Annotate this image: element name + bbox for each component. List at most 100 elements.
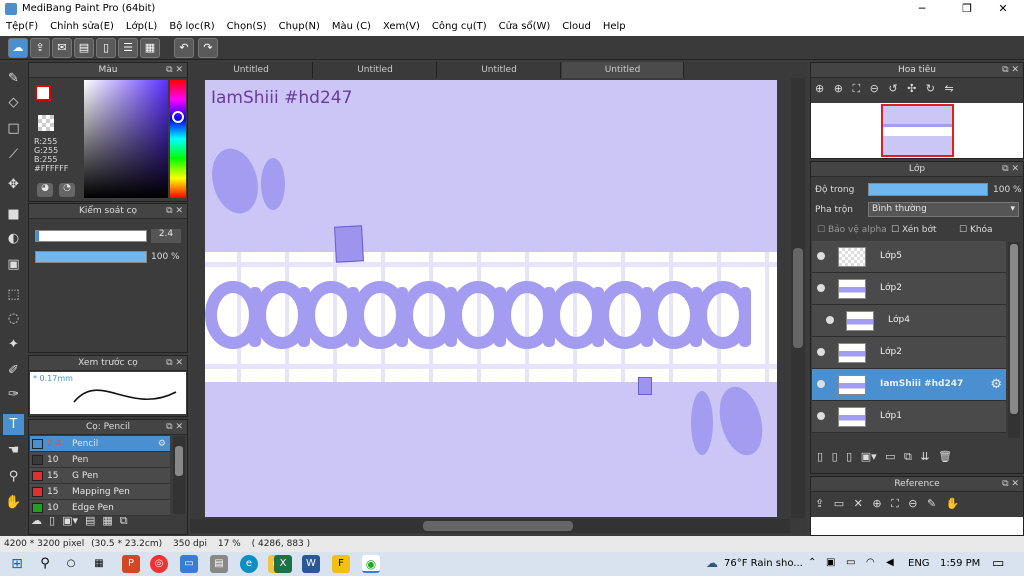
panel-close-icon[interactable]: ⧉ ✕: [1002, 162, 1019, 176]
eraser-tool-icon[interactable]: ◇: [3, 92, 24, 113]
menu-select[interactable]: Chọn(S): [221, 18, 273, 36]
panel-close-icon[interactable]: ⧉ ✕: [1002, 63, 1019, 77]
foreground-swatch[interactable]: [35, 85, 51, 101]
layer-row[interactable]: Lớp1: [812, 401, 1006, 433]
brush-row[interactable]: 15 G Pen: [30, 468, 170, 484]
layer-gear-icon[interactable]: ⚙: [990, 377, 1002, 392]
rect-tool-icon[interactable]: □: [3, 118, 24, 139]
panel-close-icon[interactable]: ⧉ ✕: [166, 420, 183, 434]
drawing-canvas[interactable]: IamShiii #hd247: [205, 80, 777, 517]
ref-hand-icon[interactable]: ✋: [946, 497, 960, 510]
flip-icon[interactable]: ⇋: [945, 82, 954, 95]
operation-tool-icon[interactable]: ☚: [3, 440, 24, 461]
protect-alpha-checkbox[interactable]: ☐ Bảo vệ alpha: [817, 225, 887, 235]
rotate-right-icon[interactable]: ↻: [926, 82, 935, 95]
palette2-icon[interactable]: ◔: [59, 183, 75, 197]
visibility-eye-icon[interactable]: [817, 348, 825, 356]
windows-start-icon[interactable]: ⊞: [8, 555, 26, 573]
monitor-icon[interactable]: ▭: [180, 555, 198, 573]
cloud-icon[interactable]: ☁: [8, 38, 28, 58]
visibility-eye-icon[interactable]: [817, 252, 825, 260]
brush-row[interactable]: 2.4 Pencil ⚙: [30, 436, 170, 452]
visibility-eye-icon[interactable]: [826, 316, 834, 324]
comment-icon[interactable]: ✉: [52, 38, 72, 58]
magic-wand-icon[interactable]: ✦: [3, 334, 24, 355]
bucket-tool-icon[interactable]: ◐: [3, 228, 24, 249]
upload-icon[interactable]: ⇪: [30, 38, 50, 58]
layer-scroll-thumb[interactable]: [1010, 244, 1018, 414]
horizontal-scrollbar[interactable]: [190, 519, 790, 533]
vertical-scrollbar[interactable]: [791, 78, 805, 518]
visibility-eye-icon[interactable]: [817, 380, 825, 388]
menu-filter[interactable]: Bộ lọc(R): [163, 18, 220, 36]
brush-row[interactable]: 10 Pen: [30, 452, 170, 468]
zoom-in-icon[interactable]: ⊕: [815, 82, 824, 95]
network-icon[interactable]: ▭: [846, 557, 855, 568]
navigator-thumbnail[interactable]: [881, 104, 954, 157]
ref-fit-icon[interactable]: ⛶: [891, 497, 899, 510]
brush-opacity-slider[interactable]: [35, 251, 147, 263]
layer-opacity-slider[interactable]: [868, 183, 988, 196]
duplicate-layer-icon[interactable]: ⧉: [904, 450, 912, 463]
close-button[interactable]: ✕: [988, 0, 1018, 18]
chrome-icon[interactable]: ◉: [362, 555, 380, 573]
hue-handle[interactable]: [172, 111, 184, 123]
hue-slider[interactable]: [170, 80, 186, 198]
lasso-tool-icon[interactable]: ◌: [3, 308, 24, 329]
brush-scroll-thumb[interactable]: [175, 446, 183, 476]
brush-row[interactable]: 10 Edge Pen: [30, 500, 170, 516]
brush-size-slider[interactable]: [35, 230, 147, 242]
clock[interactable]: 1:59 PM: [940, 558, 980, 569]
wifi-icon[interactable]: ◠: [866, 557, 875, 568]
doc-tab-4[interactable]: Untitled: [562, 62, 684, 78]
undo-icon[interactable]: ↶: [174, 38, 194, 58]
language-indicator[interactable]: ENG: [908, 558, 930, 569]
gradient-tool-icon[interactable]: ▣: [3, 254, 24, 275]
select-pen-icon[interactable]: ✐: [3, 360, 24, 381]
visibility-eye-icon[interactable]: [817, 412, 825, 420]
brush-size-value[interactable]: 2.4: [151, 229, 181, 243]
grid-icon[interactable]: ▦: [140, 38, 160, 58]
delete-layer-icon[interactable]: 🗑: [938, 450, 952, 463]
menu-file[interactable]: Tệp(F): [0, 18, 44, 36]
move-tool-icon[interactable]: ✥: [3, 174, 24, 195]
brush-scrollbar[interactable]: [173, 436, 185, 514]
layer-row[interactable]: Lớp2: [812, 337, 1006, 369]
merge-layer-icon[interactable]: ⇊: [920, 450, 929, 463]
eyedropper-tool-icon[interactable]: ⚲: [3, 466, 24, 487]
actual-size-icon[interactable]: ✣: [907, 82, 916, 95]
weather-icon[interactable]: ☁: [706, 556, 718, 570]
palette-icon[interactable]: ◕: [37, 183, 53, 197]
zoom-in2-icon[interactable]: ⊕: [834, 82, 843, 95]
menu-help[interactable]: Help: [597, 18, 632, 36]
task-switch-icon[interactable]: ▦: [90, 555, 108, 573]
page-icon[interactable]: ▯: [96, 38, 116, 58]
clip-checkbox[interactable]: ☐ Xén bớt: [891, 225, 937, 235]
visibility-eye-icon[interactable]: [817, 284, 825, 292]
select-eraser-icon[interactable]: ✑: [3, 384, 24, 405]
volume-icon[interactable]: ◀: [886, 557, 894, 568]
tray-app-icon[interactable]: ▣: [826, 557, 835, 568]
layer-row[interactable]: Lớp5: [812, 241, 1006, 273]
powerpoint-icon[interactable]: P: [122, 555, 140, 573]
blend-select[interactable]: Bình thường ▾: [868, 202, 1019, 217]
ref-zoom-out-icon[interactable]: ⊖: [908, 497, 917, 510]
redo-icon[interactable]: ↷: [198, 38, 218, 58]
transparent-swatch[interactable]: [38, 115, 54, 131]
new-layer-icon[interactable]: ▯: [817, 450, 823, 463]
layer-scrollbar[interactable]: [1008, 242, 1020, 438]
panel-close-icon[interactable]: ⧉ ✕: [166, 356, 183, 370]
line-tool-icon[interactable]: ⟋: [3, 144, 24, 165]
ref-zoom-in-icon[interactable]: ⊕: [872, 497, 881, 510]
hand-tool-icon[interactable]: ✋: [3, 492, 24, 513]
notifications-icon[interactable]: ▭: [992, 556, 1004, 571]
menu-snap[interactable]: Chụp(N): [273, 18, 326, 36]
app-red-icon[interactable]: ◎: [150, 555, 168, 573]
menu-view[interactable]: Xem(V): [377, 18, 426, 36]
list-icon[interactable]: ☰: [118, 38, 138, 58]
close-ref-icon[interactable]: ✕: [854, 497, 863, 510]
vertical-scroll-thumb[interactable]: [793, 248, 803, 348]
panel-close-icon[interactable]: ⧉ ✕: [166, 204, 183, 218]
menu-cloud[interactable]: Cloud: [556, 18, 597, 36]
lock-checkbox[interactable]: ☐ Khóa: [959, 225, 993, 235]
